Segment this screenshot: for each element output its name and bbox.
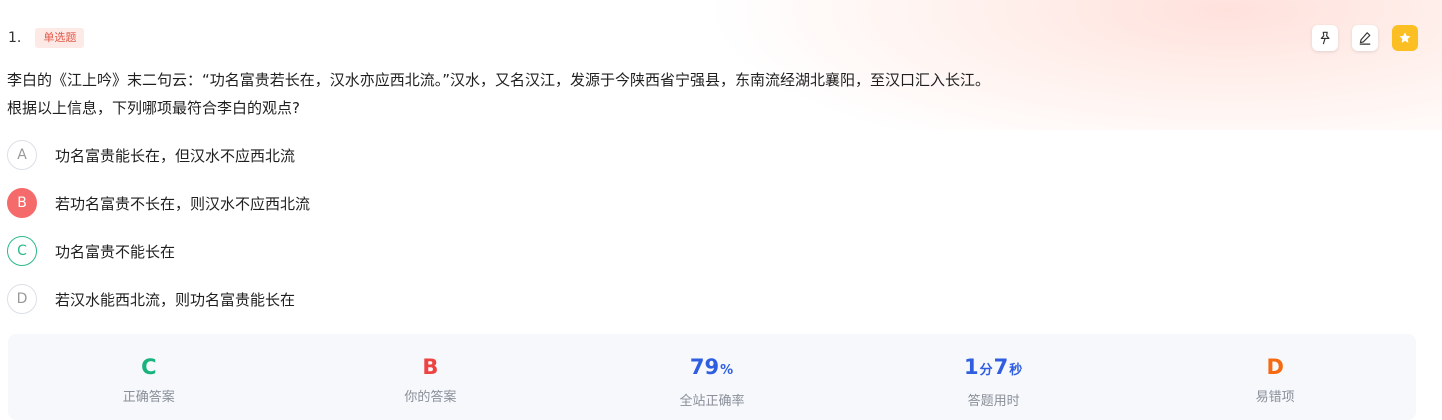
question-number: 1. xyxy=(8,30,22,46)
edit-note-button[interactable] xyxy=(1352,25,1378,51)
question-stem-line-1: 李白的《江上吟》末二句云：“功名富贵若长在，汉水亦应西北流。”汉水，又名汉江，发… xyxy=(7,71,991,89)
time-second-unit: 秒 xyxy=(1009,363,1023,378)
stat-your-answer: B 你的答案 xyxy=(290,334,572,420)
option-a[interactable]: A 功名富贵能长在，但汉水不应西北流 xyxy=(7,139,310,171)
question-header: 1. 单选题 xyxy=(8,26,85,50)
option-text-a: 功名富贵能长在，但汉水不应西北流 xyxy=(55,146,296,165)
time-spent-value: 1分7秒 xyxy=(964,354,1023,384)
question-type-badge: 单选题 xyxy=(35,28,85,48)
option-b[interactable]: B 若功名富贵不长在，则汉水不应西北流 xyxy=(7,187,310,219)
correct-answer-value: C xyxy=(141,355,157,379)
option-letter-b: B xyxy=(7,188,37,218)
correct-answer-label: 正确答案 xyxy=(122,390,175,405)
option-letter-c: C xyxy=(7,236,37,266)
question-toolbar xyxy=(1312,25,1418,51)
favorite-button[interactable] xyxy=(1392,25,1418,51)
pin-icon xyxy=(1320,31,1330,45)
common-wrong-value: D xyxy=(1266,355,1284,379)
option-text-b: 若功名富贵不长在，则汉水不应西北流 xyxy=(55,194,311,213)
stat-accuracy: 79% 全站正确率 xyxy=(571,334,853,420)
option-letter-d: D xyxy=(7,284,37,314)
option-text-d: 若汉水能西北流，则功名富贵能长在 xyxy=(55,290,296,309)
accuracy-label: 全站正确率 xyxy=(679,394,745,409)
option-c[interactable]: C 功名富贵不能长在 xyxy=(7,235,310,267)
answer-summary-panel: C 正确答案 B 你的答案 79% 全站正确率 1分7秒 答题用时 D 易错项 xyxy=(8,334,1416,420)
your-answer-value: B xyxy=(422,355,439,379)
accuracy-unit: % xyxy=(720,363,734,378)
accuracy-number: 79 xyxy=(689,355,720,379)
time-minutes: 1 xyxy=(963,355,979,379)
time-seconds: 7 xyxy=(993,355,1009,379)
time-minute-unit: 分 xyxy=(979,363,993,378)
question-stem: 李白的《江上吟》末二句云：“功名富贵若长在，汉水亦应西北流。”汉水，又名汉江，发… xyxy=(7,66,990,122)
answer-options: A 功名富贵能长在，但汉水不应西北流 B 若功名富贵不长在，则汉水不应西北流 C… xyxy=(7,139,310,331)
common-wrong-label: 易错项 xyxy=(1255,390,1295,405)
your-answer-label: 你的答案 xyxy=(404,390,457,405)
stat-common-wrong: D 易错项 xyxy=(1134,334,1416,420)
edit-icon xyxy=(1359,32,1371,45)
stat-time-spent: 1分7秒 答题用时 xyxy=(853,334,1135,420)
time-spent-label: 答题用时 xyxy=(967,394,1020,409)
question-stem-line-2: 根据以上信息，下列哪项最符合李白的观点? xyxy=(7,99,300,117)
option-d[interactable]: D 若汉水能西北流，则功名富贵能长在 xyxy=(7,283,310,315)
option-letter-a: A xyxy=(7,140,37,170)
pin-button[interactable] xyxy=(1312,25,1338,51)
option-text-c: 功名富贵不能长在 xyxy=(55,242,176,261)
stat-correct-answer: C 正确答案 xyxy=(8,334,290,420)
star-icon xyxy=(1399,32,1411,43)
accuracy-value: 79% xyxy=(690,354,734,384)
